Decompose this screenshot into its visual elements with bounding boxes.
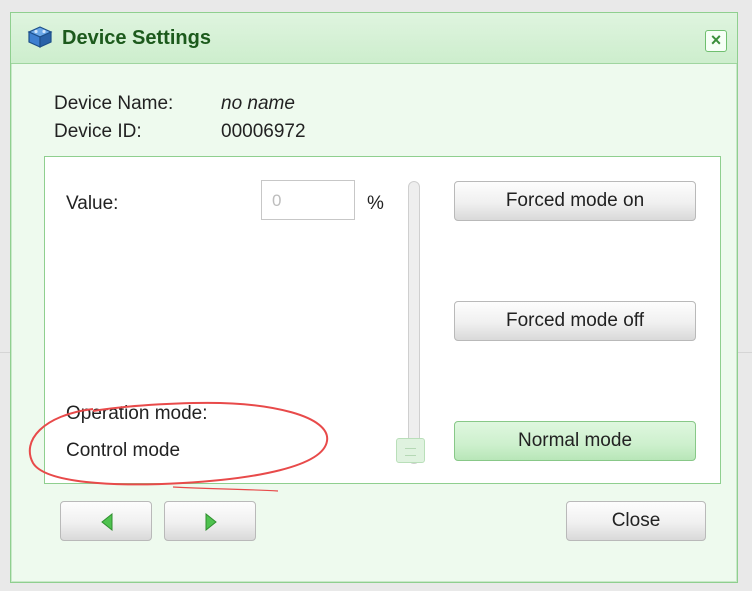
device-name-label: Device Name:: [54, 93, 174, 114]
background-divider: [0, 352, 10, 353]
device-settings-dialog: Device Settings × Device Name: no name D…: [10, 12, 738, 583]
arrow-right-icon: [205, 513, 217, 531]
value-slider-handle[interactable]: [396, 438, 425, 463]
control-panel: Value: 0 % Forced mode on Forced mode of…: [44, 156, 721, 484]
dialog-title: Device Settings: [62, 27, 211, 49]
device-id-value: 00006972: [221, 121, 306, 142]
value-label: Value:: [66, 193, 119, 214]
cube-icon: [27, 26, 53, 48]
value-input[interactable]: 0: [261, 180, 355, 220]
close-button[interactable]: Close: [566, 501, 706, 541]
forced-mode-off-button[interactable]: Forced mode off: [454, 301, 696, 341]
forced-mode-on-button[interactable]: Forced mode on: [454, 181, 696, 221]
arrow-left-icon: [101, 513, 113, 531]
grip-icon: [405, 448, 416, 456]
device-id-label: Device ID:: [54, 121, 142, 142]
close-x-icon[interactable]: ×: [705, 30, 727, 52]
dialog-titlebar[interactable]: Device Settings ×: [11, 13, 737, 64]
percent-unit: %: [367, 193, 384, 214]
operation-mode-label: Operation mode:: [66, 403, 208, 424]
next-button[interactable]: [164, 501, 256, 541]
normal-mode-button[interactable]: Normal mode: [454, 421, 696, 461]
value-slider-track[interactable]: [408, 181, 420, 464]
device-name-value: no name: [221, 93, 295, 114]
previous-button[interactable]: [60, 501, 152, 541]
control-mode-label: Control mode: [66, 440, 181, 461]
background-divider: [738, 352, 752, 353]
